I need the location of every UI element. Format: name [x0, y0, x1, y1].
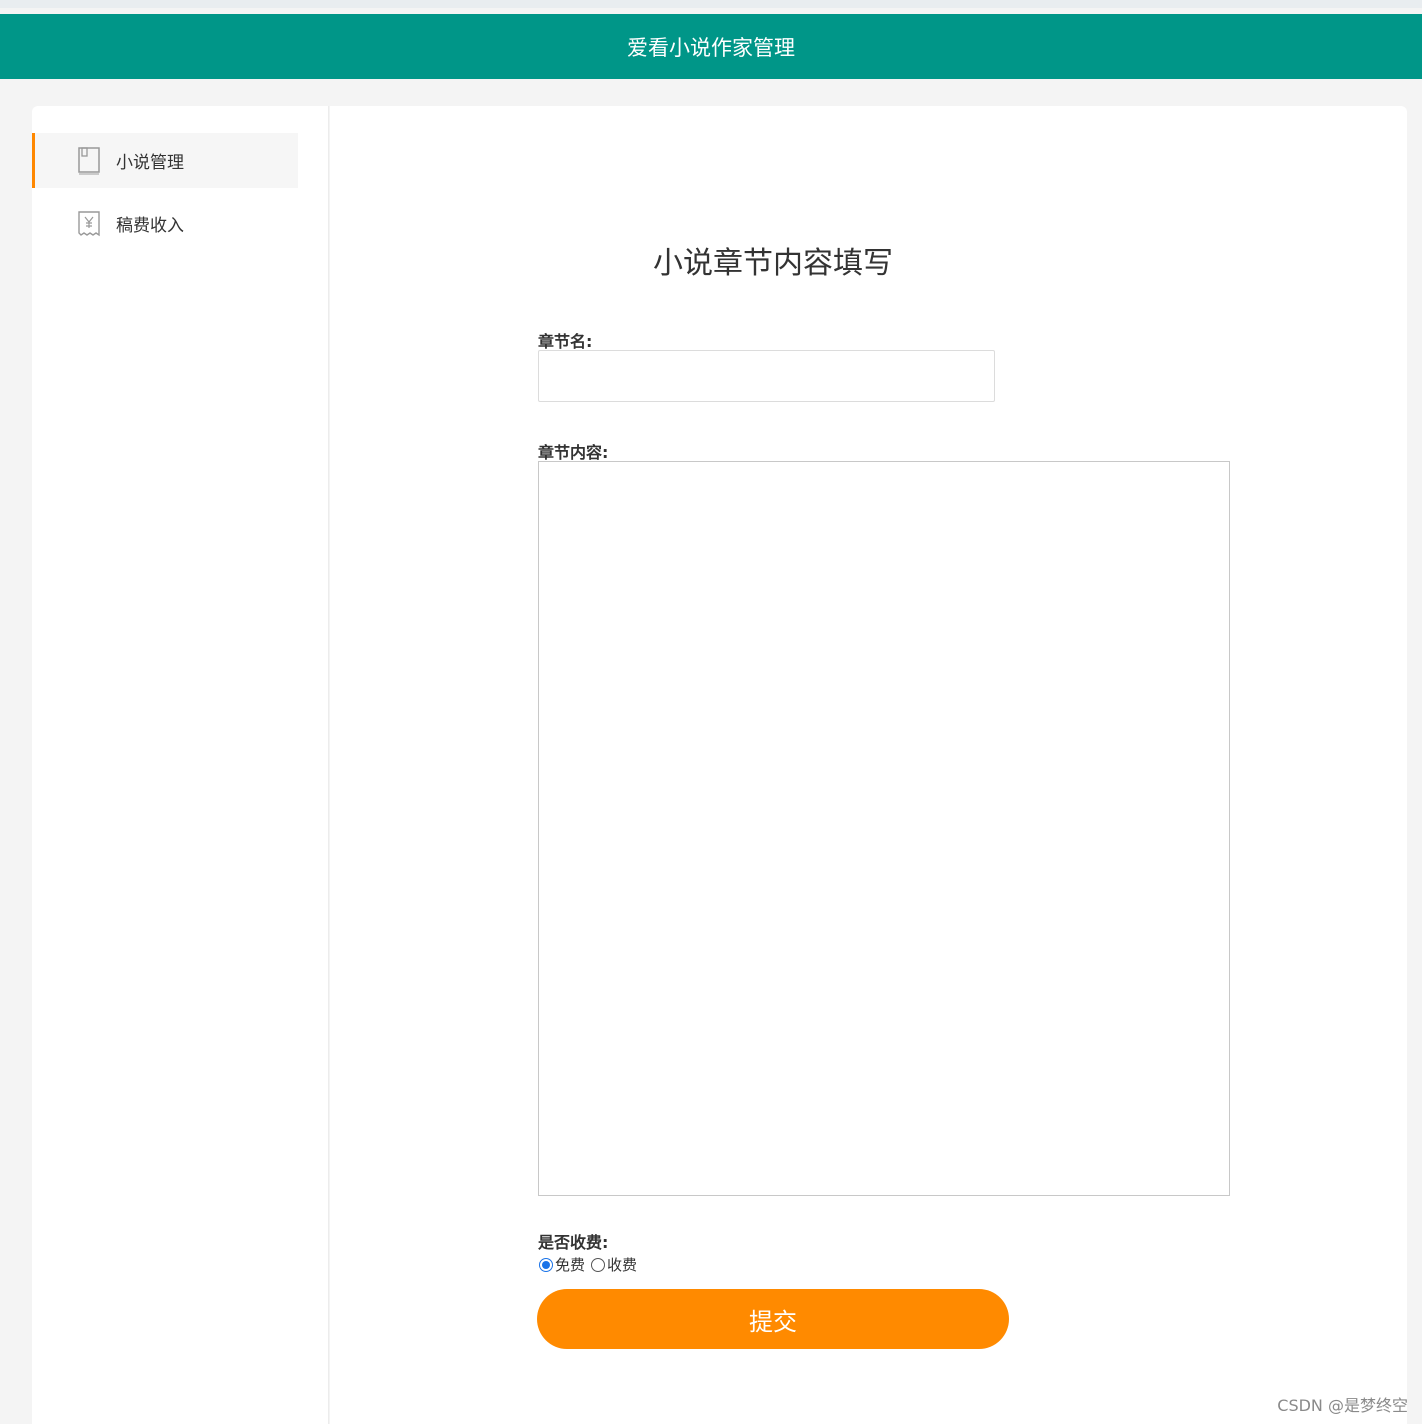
receipt-yen-icon — [77, 209, 103, 239]
submit-button[interactable]: 提交 — [537, 1289, 1009, 1349]
chapter-content-label: 章节内容: — [538, 443, 609, 462]
main-content: 小说章节内容填写 章节名: 章节内容: 是否收费: 免费 收费 提交 — [330, 106, 1407, 1424]
app-header: 爱看小说作家管理 — [0, 14, 1422, 79]
sidebar: 小说管理 稿费收入 — [32, 106, 329, 1424]
paid-radio[interactable] — [591, 1257, 606, 1272]
browser-top-strip — [0, 0, 1422, 8]
free-radio-label[interactable]: 免费 — [555, 1254, 585, 1275]
paid-radio-label[interactable]: 收费 — [607, 1254, 637, 1275]
book-icon — [77, 146, 103, 176]
sidebar-item-income[interactable]: 稿费收入 — [32, 196, 298, 251]
watermark: CSDN @是梦终空 — [1277, 1396, 1408, 1415]
free-radio[interactable] — [539, 1257, 553, 1272]
chapter-name-label: 章节名: — [538, 332, 593, 351]
charge-label: 是否收费: — [538, 1233, 609, 1252]
chapter-content-textarea[interactable] — [538, 461, 1230, 1196]
page-title: 小说章节内容填写 — [653, 246, 893, 281]
sidebar-item-label: 小说管理 — [116, 153, 184, 173]
charge-radio-group: 免费 收费 — [537, 1254, 637, 1275]
sidebar-item-novel-management[interactable]: 小说管理 — [32, 133, 298, 188]
app-title: 爱看小说作家管理 — [627, 35, 795, 60]
chapter-name-input[interactable] — [538, 350, 995, 402]
sidebar-item-label: 稿费收入 — [116, 216, 184, 236]
